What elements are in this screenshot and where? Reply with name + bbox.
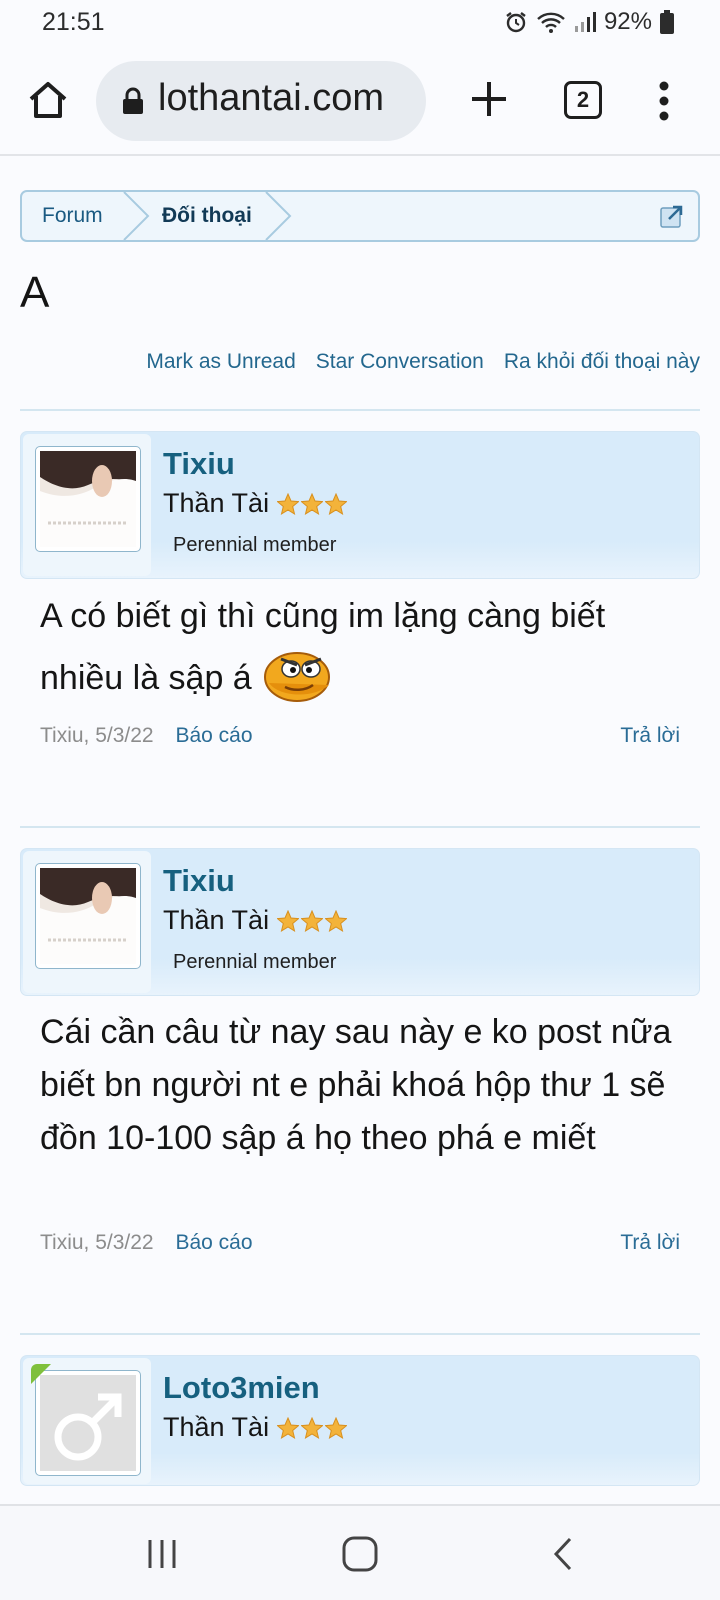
message-date[interactable]: Tixiu, 5/3/22	[40, 1231, 154, 1254]
user-title: Thần Tài	[163, 1412, 348, 1443]
message-user-header: Tixiu Thần Tài Perennial member	[20, 848, 700, 996]
user-banner: Perennial member	[173, 951, 337, 973]
divider	[20, 1333, 700, 1335]
rank-stars	[277, 492, 348, 515]
wifi-icon	[537, 12, 565, 33]
new-tab-button[interactable]	[466, 76, 512, 122]
user-title: Thần Tài	[163, 488, 348, 519]
male-avatar-icon	[40, 1375, 136, 1471]
message-text: Cái cần câu từ nay sau này e ko post nữa…	[40, 1013, 672, 1157]
avatar[interactable]	[35, 1370, 141, 1476]
message-text: A có biết gì thì cũng im lặng càng biết …	[40, 590, 680, 705]
star-icon	[325, 1416, 348, 1439]
breadcrumb-separator	[265, 192, 292, 240]
battery-percent: 92%	[603, 8, 652, 35]
url-text[interactable]: lothantai.com	[158, 77, 408, 125]
page-title: A	[20, 268, 50, 317]
user-banner: Perennial member	[173, 534, 337, 556]
avatar-container	[23, 851, 151, 993]
recents-icon[interactable]	[142, 1536, 182, 1572]
avatar[interactable]	[35, 863, 141, 969]
angry-smiley-icon	[264, 652, 331, 702]
status-time: 21:51	[42, 8, 105, 36]
message-user-header: Tixiu Thần Tài Perennial member	[20, 431, 700, 579]
breadcrumb-current[interactable]: Đối thoại	[162, 192, 252, 240]
message-meta: Tixiu, 5/3/22 Báo cáo Trả lời	[40, 1231, 680, 1261]
message-date[interactable]: Tixiu, 5/3/22	[40, 724, 154, 747]
plus-icon	[472, 82, 506, 116]
user-title: Thần Tài	[163, 905, 348, 936]
online-indicator	[31, 1364, 51, 1384]
conversation-actions: Mark as Unread Star Conversation Ra khỏi…	[146, 350, 700, 374]
leave-conversation-link[interactable]: Ra khỏi đối thoại này	[504, 350, 700, 374]
user-title-text: Thần Tài	[163, 1412, 270, 1442]
rank-stars	[277, 909, 348, 932]
user-title-text: Thần Tài	[163, 905, 270, 935]
reply-link[interactable]: Trả lời	[620, 724, 680, 748]
username[interactable]: Loto3mien	[163, 1370, 320, 1406]
back-icon[interactable]	[544, 1536, 584, 1572]
avatar-container	[23, 1358, 151, 1484]
divider	[20, 409, 700, 411]
user-title-text: Thần Tài	[163, 488, 270, 518]
mark-unread-link[interactable]: Mark as Unread	[146, 350, 295, 374]
star-icon	[325, 492, 348, 515]
url-bar[interactable]: lothantai.com	[96, 61, 426, 141]
battery-icon	[660, 10, 674, 34]
status-bar: 21:51 92%	[0, 0, 720, 44]
avatar-photo	[40, 451, 136, 547]
star-conversation-link[interactable]: Star Conversation	[316, 350, 484, 374]
star-icon	[277, 492, 300, 515]
star-icon	[301, 492, 324, 515]
lock-icon	[123, 87, 143, 114]
breadcrumb: Forum Đối thoại	[20, 190, 700, 242]
username[interactable]: Tixiu	[163, 863, 235, 899]
nav-home-icon[interactable]	[340, 1536, 380, 1572]
breadcrumb-separator	[123, 192, 150, 240]
report-link[interactable]: Báo cáo	[175, 724, 252, 747]
avatar[interactable]	[35, 446, 141, 552]
home-button[interactable]	[26, 78, 70, 122]
alarm-icon	[506, 12, 526, 33]
system-nav-bar	[0, 1504, 720, 1600]
star-icon	[277, 1416, 300, 1439]
signal-icon	[574, 12, 596, 32]
reply-link[interactable]: Trả lời	[620, 1231, 680, 1255]
rank-stars	[277, 1416, 348, 1439]
avatar-photo	[40, 868, 136, 964]
divider	[20, 826, 700, 828]
menu-button[interactable]	[648, 78, 680, 124]
star-icon	[325, 909, 348, 932]
jump-to-icon[interactable]	[660, 204, 684, 228]
status-icons: 92%	[504, 8, 674, 36]
more-vert-icon	[659, 81, 669, 121]
star-icon	[301, 1416, 324, 1439]
home-icon	[29, 82, 67, 118]
avatar-container	[23, 434, 151, 576]
message-user-header: Loto3mien Thần Tài	[20, 1355, 700, 1486]
report-link[interactable]: Báo cáo	[175, 1231, 252, 1254]
star-icon	[301, 909, 324, 932]
breadcrumb-forum[interactable]: Forum	[42, 192, 103, 240]
message-meta: Tixiu, 5/3/22 Báo cáo Trả lời	[40, 724, 680, 754]
tab-switcher-button[interactable]: 2	[564, 81, 602, 119]
username[interactable]: Tixiu	[163, 446, 235, 482]
browser-toolbar: lothantai.com 2	[0, 52, 720, 156]
star-icon	[277, 909, 300, 932]
